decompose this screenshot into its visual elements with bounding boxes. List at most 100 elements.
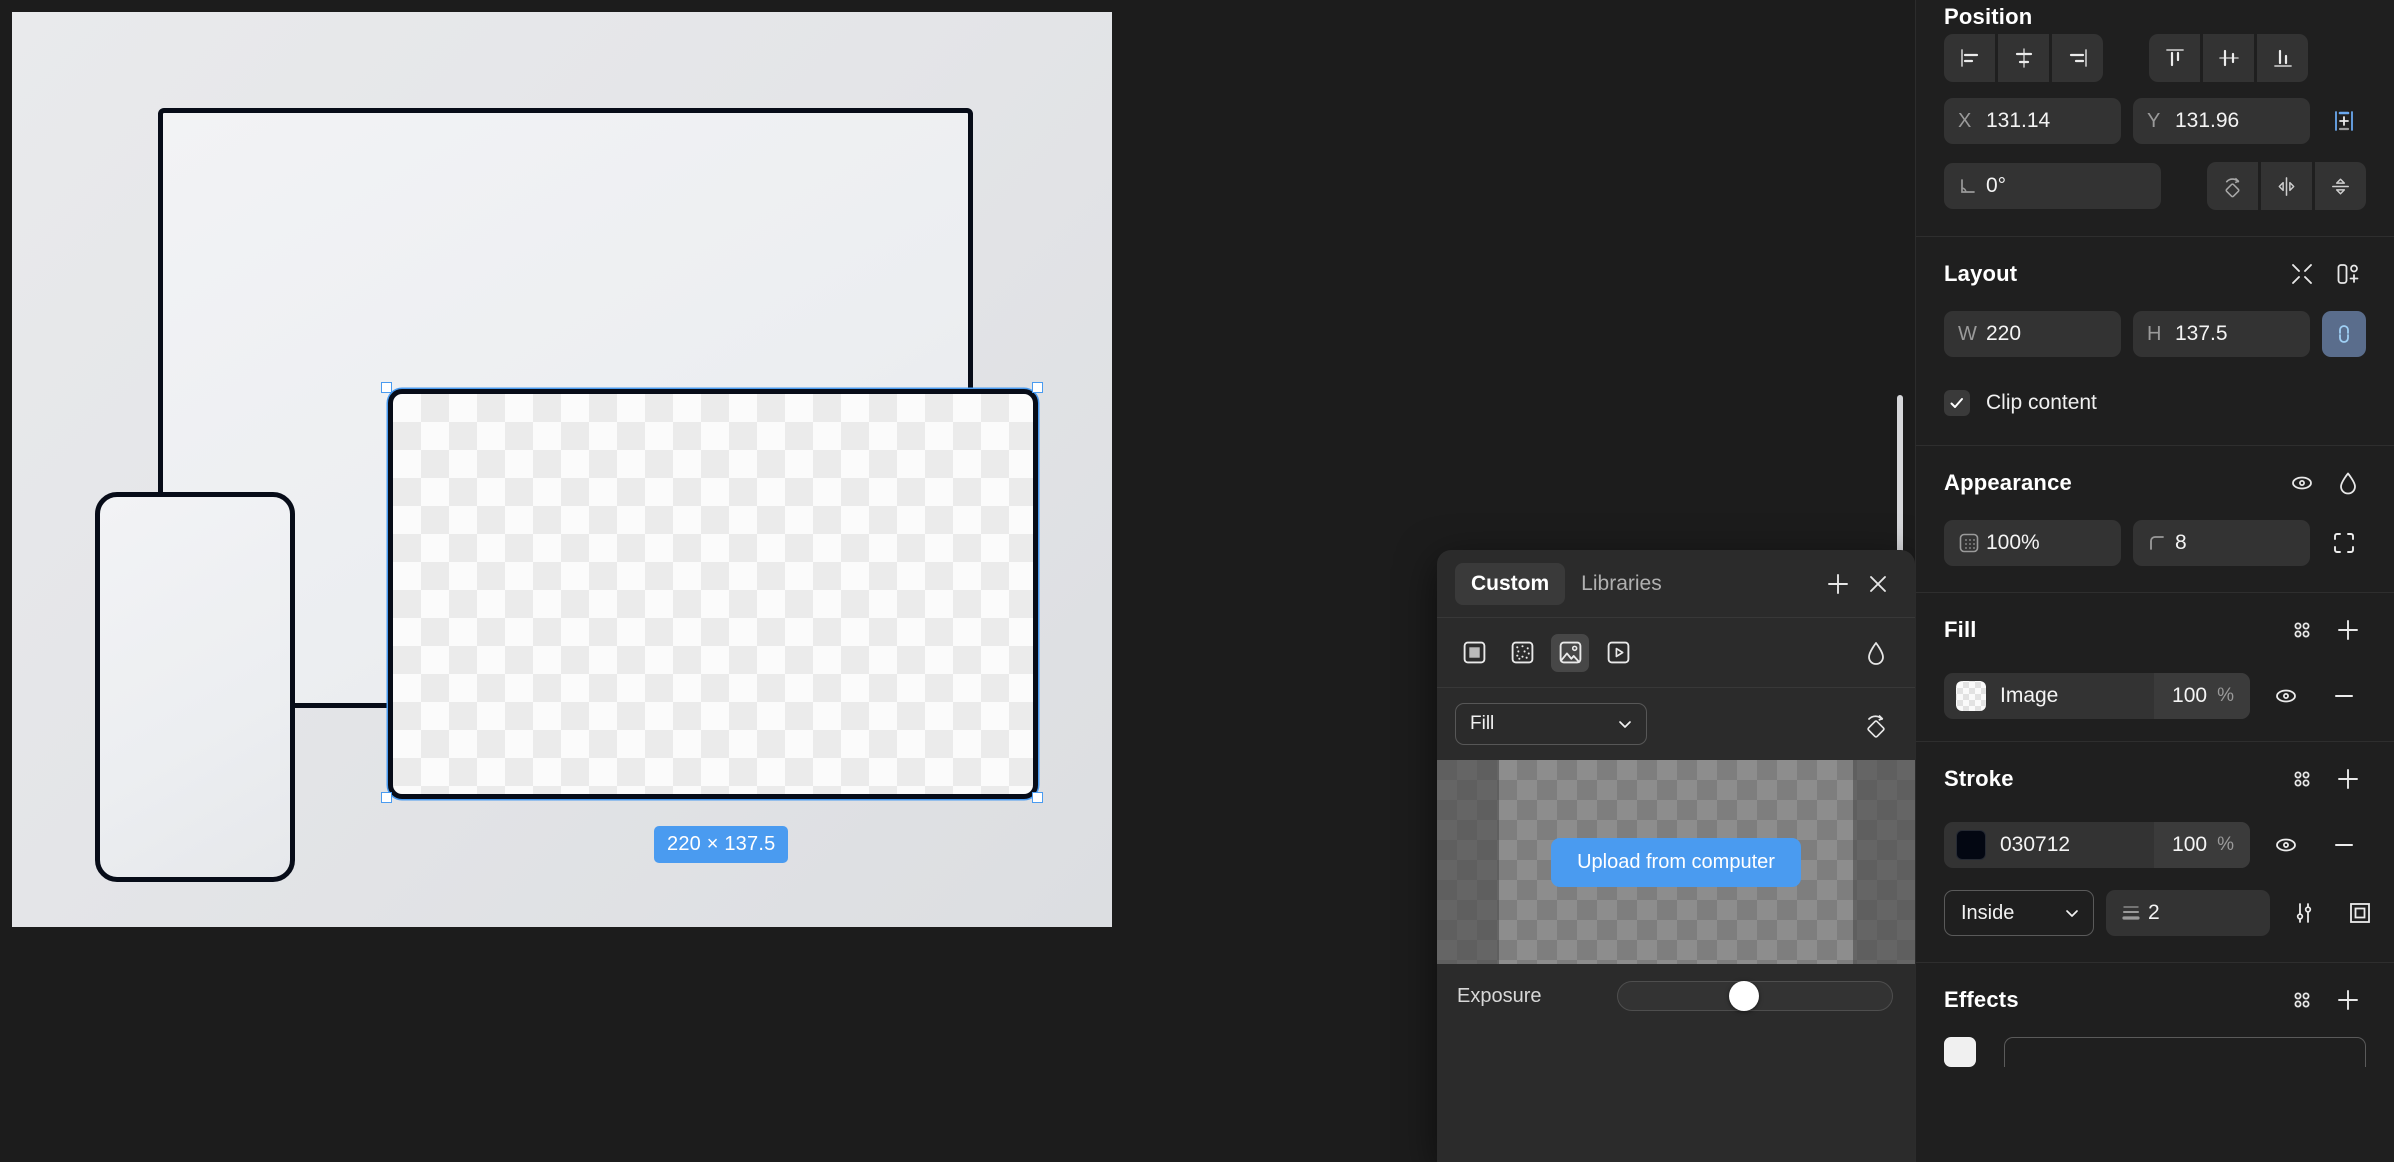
tab-libraries[interactable]: Libraries — [1565, 563, 1678, 605]
figma-like-editor: 220 × 137.5 Custom Libraries — [0, 0, 2394, 1162]
flip-vertical-icon[interactable] — [2315, 162, 2366, 210]
noise-icon[interactable] — [1503, 634, 1541, 672]
add-icon[interactable] — [2330, 761, 2366, 797]
image-preview[interactable]: Upload from computer — [1437, 760, 1915, 964]
horizontal-align-group — [1944, 34, 2103, 82]
resize-handle-bottom-right[interactable] — [1032, 792, 1043, 803]
rotate-90-icon[interactable] — [2207, 162, 2258, 210]
exposure-label: Exposure — [1457, 985, 1617, 1008]
stroke-remove-icon[interactable] — [2322, 822, 2366, 868]
visibility-icon[interactable] — [2284, 465, 2320, 501]
stroke-opacity-value: 100 — [2172, 833, 2207, 857]
fill-section: Fill Image 100 % — [1916, 593, 2394, 742]
width-input[interactable]: W 220 — [1944, 311, 2121, 357]
aspect-ratio-lock-icon[interactable] — [2322, 311, 2366, 357]
exposure-slider-handle[interactable] — [1729, 981, 1759, 1011]
add-fill-icon[interactable] — [1821, 567, 1855, 601]
scale-mode-value: Fill — [1470, 713, 1616, 735]
stroke-options-row: Inside 2 — [1944, 890, 2366, 936]
fill-row: Image 100 % — [1944, 673, 2366, 719]
stroke-paint-row[interactable]: 030712 100 % — [1944, 822, 2250, 868]
resize-to-fit-icon[interactable] — [2284, 256, 2320, 292]
stroke-weight-input[interactable]: 2 — [2106, 890, 2270, 936]
add-icon[interactable] — [2330, 982, 2366, 1018]
fill-paint-row[interactable]: Image 100 % — [1944, 673, 2250, 719]
fill-visibility-icon[interactable] — [2264, 673, 2308, 719]
fill-opacity-value: 100 — [2172, 684, 2207, 708]
height-input[interactable]: H 137.5 — [2133, 311, 2310, 357]
blend-mode-icon[interactable] — [2330, 465, 2366, 501]
individual-corners-icon[interactable] — [2322, 520, 2366, 566]
absolute-position-icon[interactable] — [2322, 98, 2366, 144]
stroke-weight-value: 2 — [2148, 901, 2258, 925]
styles-icon[interactable] — [2284, 982, 2320, 1018]
effect-field-partial[interactable] — [2004, 1037, 2366, 1067]
exposure-slider[interactable] — [1617, 981, 1893, 1011]
stroke-opacity-unit: % — [2217, 834, 2234, 856]
wh-row: W 220 H 137.5 — [1944, 311, 2366, 357]
y-input[interactable]: Y 131.96 — [2133, 98, 2310, 144]
phone-frame-shape[interactable] — [95, 492, 295, 882]
align-center-horizontal-icon[interactable] — [1998, 34, 2049, 82]
appearance-section: Appearance 100% — [1916, 446, 2394, 593]
clip-content-row[interactable]: Clip content — [1944, 375, 2366, 431]
stroke-position-value: Inside — [1961, 902, 2063, 925]
height-label: H — [2147, 323, 2175, 346]
rotation-input[interactable]: 0° — [1944, 163, 2161, 209]
rotation-row: 0° — [1944, 162, 2366, 210]
stroke-position-select[interactable]: Inside — [1944, 890, 2094, 936]
effect-swatch[interactable] — [1944, 1037, 1976, 1067]
opacity-input[interactable]: 100% — [1944, 520, 2121, 566]
stroke-section-title: Stroke — [1944, 766, 2274, 792]
eyedropper-icon[interactable] — [1859, 636, 1893, 670]
flip-horizontal-icon[interactable] — [2261, 162, 2312, 210]
x-input[interactable]: X 131.14 — [1944, 98, 2121, 144]
fill-swatch[interactable] — [1956, 681, 1986, 711]
image-scale-mode-row: Fill — [1437, 688, 1915, 760]
stroke-swatch[interactable] — [1956, 830, 1986, 860]
close-icon[interactable] — [1861, 567, 1895, 601]
clip-content-checkbox[interactable] — [1944, 390, 1970, 416]
upload-from-computer-button[interactable]: Upload from computer — [1551, 838, 1801, 887]
effects-section-title: Effects — [1944, 987, 2274, 1013]
styles-icon[interactable] — [2284, 761, 2320, 797]
rotate-icon[interactable] — [1859, 707, 1893, 741]
align-center-vertical-icon[interactable] — [2203, 34, 2254, 82]
width-label: W — [1958, 323, 1986, 346]
resize-handle-top-left[interactable] — [381, 382, 392, 393]
resize-handle-top-right[interactable] — [1032, 382, 1043, 393]
add-icon[interactable] — [2330, 612, 2366, 648]
align-left-icon[interactable] — [1944, 34, 1995, 82]
fill-panel-tabs: Custom Libraries — [1437, 550, 1915, 618]
tab-custom[interactable]: Custom — [1455, 563, 1565, 605]
solid-color-icon[interactable] — [1455, 634, 1493, 672]
selected-image-frame[interactable] — [388, 389, 1038, 799]
fill-remove-icon[interactable] — [2322, 673, 2366, 719]
align-right-icon[interactable] — [2052, 34, 2103, 82]
y-label: Y — [2147, 110, 2175, 133]
opacity-icon — [1958, 532, 1986, 554]
corner-radius-input[interactable]: 8 — [2133, 520, 2310, 566]
effects-section: Effects — [1916, 963, 2394, 1067]
scale-mode-select[interactable]: Fill — [1455, 703, 1647, 745]
transform-group — [2207, 162, 2366, 210]
stroke-advanced-icon[interactable] — [2282, 890, 2326, 936]
styles-icon[interactable] — [2284, 612, 2320, 648]
video-icon[interactable] — [1599, 634, 1637, 672]
position-section: Position — [1916, 0, 2394, 237]
stroke-sides-icon[interactable] — [2338, 890, 2382, 936]
width-value: 220 — [1986, 322, 2109, 346]
vertical-align-group — [2149, 34, 2308, 82]
fill-opacity-unit: % — [2217, 685, 2234, 707]
stroke-visibility-icon[interactable] — [2264, 822, 2308, 868]
align-bottom-icon[interactable] — [2257, 34, 2308, 82]
add-auto-layout-icon[interactable] — [2330, 256, 2366, 292]
resize-handle-bottom-left[interactable] — [381, 792, 392, 803]
fill-opacity-input[interactable]: 100 % — [2154, 673, 2250, 719]
x-value: 131.14 — [1986, 109, 2109, 133]
stroke-opacity-input[interactable]: 100 % — [2154, 822, 2250, 868]
exposure-row: Exposure — [1437, 964, 1915, 1028]
appearance-row: 100% 8 — [1944, 520, 2366, 566]
image-icon[interactable] — [1551, 634, 1589, 672]
align-top-icon[interactable] — [2149, 34, 2200, 82]
